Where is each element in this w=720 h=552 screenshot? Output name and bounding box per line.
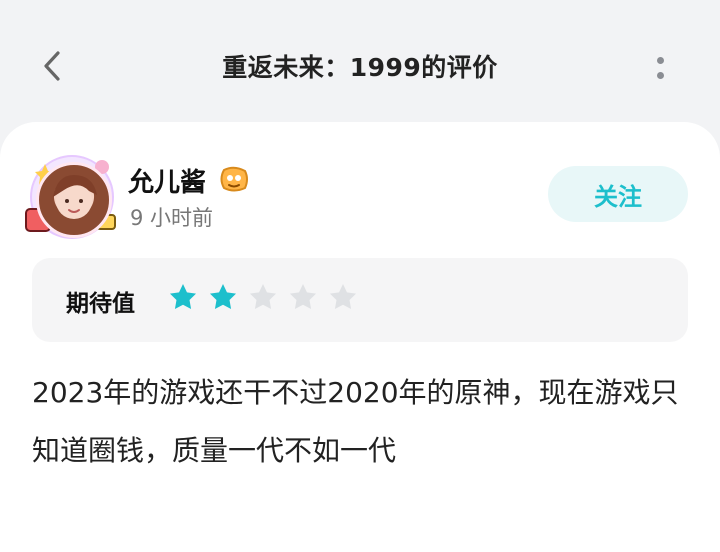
avatar-face-icon (53, 175, 97, 219)
review-time: 9 小时前 (130, 206, 214, 230)
top-bar: 重返未来：1999的评价 (0, 0, 720, 130)
star-icon (169, 283, 197, 310)
follow-button[interactable]: 关注 (548, 166, 688, 222)
more-dot (656, 57, 664, 64)
review-text: 2023年的游戏还干不过2020年的原神，现在游戏只知道圈钱，质量一代不如一代 (32, 376, 679, 467)
more-dot (656, 72, 664, 79)
avatar (36, 162, 112, 238)
rating-panel: 期待值 (32, 258, 688, 342)
rating-label: 期待值 (66, 291, 135, 317)
star-icon (289, 283, 317, 310)
level-badge-icon (220, 166, 248, 192)
star-icon (209, 283, 237, 310)
username[interactable]: 允儿酱 (128, 162, 206, 199)
review-card: 允儿酱 9 小时前 关注 期待值 2023年的游戏还干不过2020年的原神，现在… (0, 122, 720, 552)
star-rating (166, 280, 360, 314)
star-icon (249, 283, 277, 310)
avatar-frame[interactable] (24, 154, 120, 240)
star-icon (329, 283, 357, 310)
page-title: 重返未来：1999的评价 (222, 53, 498, 82)
more-options-button[interactable] (640, 46, 680, 90)
